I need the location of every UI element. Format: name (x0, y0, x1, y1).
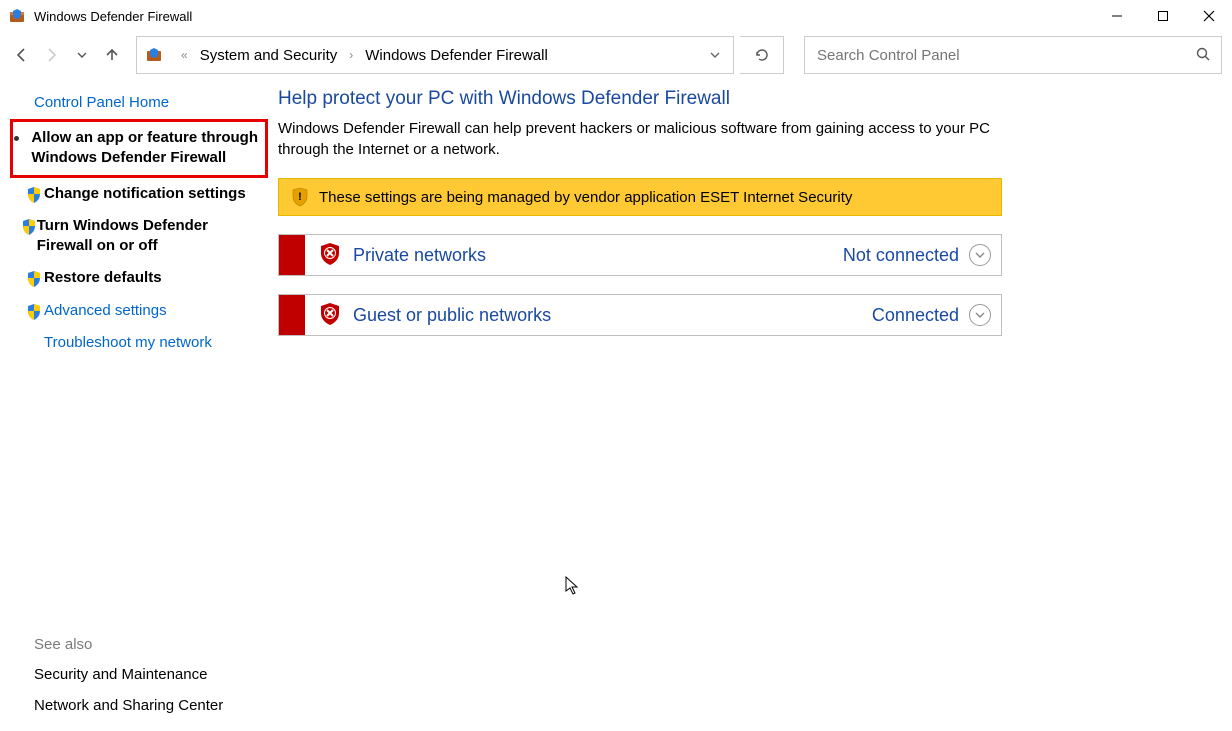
navbar: « System and Security › Windows Defender… (0, 32, 1232, 78)
uac-shield-icon (26, 270, 42, 288)
shield-blocked-icon (319, 242, 341, 269)
window-title: Windows Defender Firewall (34, 9, 192, 24)
maximize-button[interactable] (1140, 0, 1186, 32)
see-also-title: See also (34, 630, 268, 659)
search-box[interactable] (804, 36, 1222, 74)
sidebar-item-notification-settings[interactable]: Change notification settings (10, 178, 268, 210)
expand-chevron-icon[interactable] (969, 304, 991, 326)
alert-text: These settings are being managed by vend… (319, 189, 852, 206)
firewall-app-icon (8, 7, 26, 25)
uac-shield-icon (26, 186, 42, 204)
sidebar-item-label: Troubleshoot my network (44, 333, 212, 353)
page-title: Help protect your PC with Windows Defend… (278, 86, 1232, 118)
up-button[interactable] (100, 43, 124, 67)
control-panel-icon (145, 46, 163, 64)
titlebar: Windows Defender Firewall (0, 0, 1232, 32)
sidebar-item-label: Advanced settings (44, 301, 167, 321)
sidebar-item-troubleshoot[interactable]: Troubleshoot my network (10, 327, 268, 359)
content-area: Control Panel Home Allow an app or featu… (0, 78, 1232, 731)
status-stripe (279, 235, 305, 275)
main-panel: Help protect your PC with Windows Defend… (278, 78, 1232, 731)
sidebar-item-allow-app[interactable]: Allow an app or feature through Windows … (10, 119, 268, 178)
svg-text:!: ! (298, 191, 302, 203)
expand-chevron-icon[interactable] (969, 244, 991, 266)
sidebar-item-label: Change notification settings (44, 184, 246, 204)
search-icon[interactable] (1195, 46, 1211, 65)
close-button[interactable] (1186, 0, 1232, 32)
recent-dropdown[interactable] (70, 43, 94, 67)
breadcrumb-overflow[interactable]: « (171, 48, 198, 62)
sidebar-item-restore-defaults[interactable]: Restore defaults (10, 262, 268, 294)
window-controls (1094, 0, 1232, 32)
sidebar-item-turn-on-off[interactable]: Turn Windows Defender Firewall on or off (10, 210, 268, 263)
sidebar-item-label: Restore defaults (44, 268, 162, 288)
address-dropdown[interactable] (701, 37, 729, 73)
network-row-private[interactable]: Private networks Not connected (278, 234, 1002, 276)
see-also-network-sharing[interactable]: Network and Sharing Center (34, 690, 268, 721)
search-input[interactable] (815, 46, 1195, 65)
alert-banner: ! These settings are being managed by ve… (278, 178, 1002, 216)
address-bar[interactable]: « System and Security › Windows Defender… (136, 36, 734, 74)
network-row-public[interactable]: Guest or public networks Connected (278, 294, 1002, 336)
refresh-button[interactable] (740, 36, 784, 74)
minimize-button[interactable] (1094, 0, 1140, 32)
shield-blocked-icon (319, 302, 341, 329)
sidebar: Control Panel Home Allow an app or featu… (0, 78, 278, 731)
forward-button[interactable] (40, 43, 64, 67)
see-also-section: See also Security and Maintenance Networ… (10, 630, 268, 721)
page-description: Windows Defender Firewall can help preve… (278, 118, 998, 178)
uac-shield-icon (21, 218, 37, 236)
sidebar-item-label: Turn Windows Defender Firewall on or off (37, 216, 264, 257)
sidebar-item-label: Allow an app or feature through Windows … (31, 128, 261, 169)
see-also-security-maintenance[interactable]: Security and Maintenance (34, 659, 268, 690)
network-label: Private networks (353, 245, 486, 266)
network-status: Not connected (843, 245, 969, 266)
breadcrumb-system-security[interactable]: System and Security (198, 47, 340, 64)
warning-shield-icon: ! (291, 187, 309, 207)
breadcrumb-firewall[interactable]: Windows Defender Firewall (363, 47, 550, 64)
breadcrumb-separator: › (339, 48, 363, 62)
status-stripe (279, 295, 305, 335)
back-button[interactable] (10, 43, 34, 67)
uac-shield-icon (26, 303, 42, 321)
bullet-icon (14, 136, 19, 141)
network-status: Connected (872, 305, 969, 326)
sidebar-item-advanced-settings[interactable]: Advanced settings (10, 295, 268, 327)
network-label: Guest or public networks (353, 305, 551, 326)
control-panel-home-link[interactable]: Control Panel Home (10, 86, 268, 119)
